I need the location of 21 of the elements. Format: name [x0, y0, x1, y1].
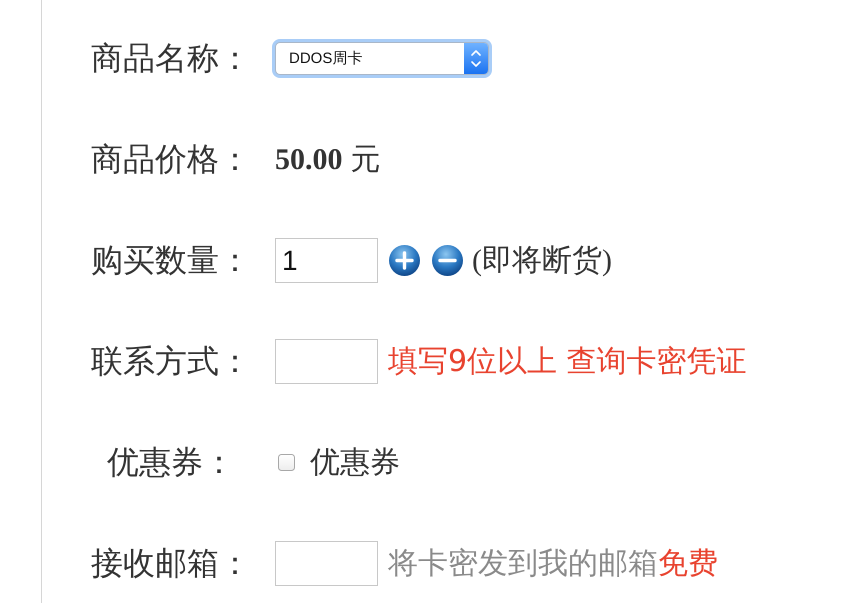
stock-note: (即将断货) [472, 243, 612, 279]
field-label: 接收邮箱： [91, 544, 251, 580]
plus-icon[interactable] [389, 245, 420, 276]
contact-hint: 填写9位以上 查询卡密凭证 [388, 343, 747, 381]
coupon-checkbox[interactable] [278, 454, 295, 471]
field-label: 商品名称： [91, 40, 251, 76]
quantity-field[interactable]: 1 [275, 238, 378, 283]
field-label: 联系方式： [91, 342, 251, 378]
field-label: 商品价格： [91, 140, 251, 176]
minus-icon[interactable] [432, 245, 463, 276]
email-hint: 将卡密发到我的邮箱 [388, 546, 658, 582]
email-field[interactable] [275, 541, 378, 586]
free-label: 免费 [658, 546, 718, 582]
field-label: 购买数量： [91, 242, 251, 278]
field-label: 优惠券： [107, 444, 235, 480]
up-down-chevrons-icon[interactable] [464, 43, 488, 74]
price-amount: 50.00 [275, 142, 342, 176]
product-select[interactable]: DDOS周卡 [275, 42, 489, 75]
price-unit: 元 [350, 142, 380, 178]
coupon-option-label[interactable]: 优惠券 [310, 442, 400, 483]
contact-field[interactable] [275, 339, 378, 384]
